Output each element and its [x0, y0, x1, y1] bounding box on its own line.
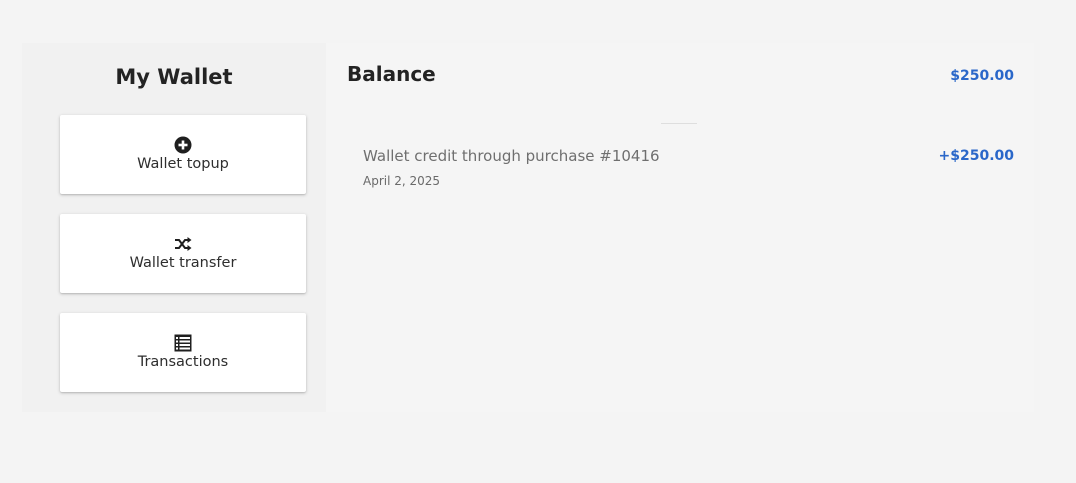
balance-amount: $250.00: [950, 68, 1014, 84]
transaction-amount: +$250.00: [938, 148, 1015, 164]
transactions-button[interactable]: Transactions: [60, 313, 306, 392]
wallet-sidebar: My Wallet Wallet topup Wallet transfer T…: [22, 43, 326, 412]
wallet-topup-label: Wallet topup: [137, 156, 229, 172]
transaction-date: April 2, 2025: [363, 174, 441, 188]
sidebar-title: My Wallet: [115, 65, 233, 89]
transaction-row: Wallet credit through purchase #10416 Ap…: [363, 147, 1014, 191]
list-icon: [174, 334, 192, 352]
shuffle-icon: [174, 235, 192, 253]
divider: [661, 123, 697, 124]
wallet-transfer-button[interactable]: Wallet transfer: [60, 214, 306, 293]
transaction-description: Wallet credit through purchase #10416: [363, 147, 660, 165]
wallet-transfer-label: Wallet transfer: [129, 255, 237, 271]
wallet-container: My Wallet Wallet topup Wallet transfer T…: [22, 43, 1034, 412]
wallet-topup-button[interactable]: Wallet topup: [60, 115, 306, 194]
balance-title: Balance: [347, 62, 436, 86]
balance-panel: Balance $250.00 Wallet credit through pu…: [326, 43, 1034, 412]
plus-circle-icon: [174, 136, 192, 154]
transactions-label: Transactions: [137, 354, 229, 370]
